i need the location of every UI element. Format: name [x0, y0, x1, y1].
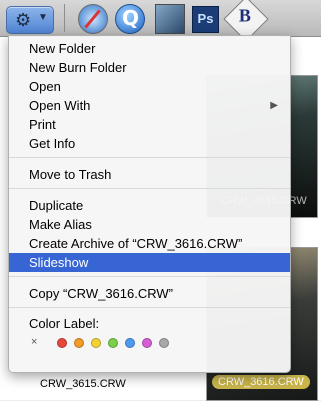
file-name-label-selected[interactable]: CRW_3616.CRW [212, 375, 310, 389]
submenu-arrow-icon: ▶ [270, 100, 278, 111]
color-label-red[interactable] [57, 338, 67, 348]
menu-item-copy[interactable]: Copy “CRW_3616.CRW” [9, 284, 290, 303]
menu-item-open-with[interactable]: Open With ▶ [9, 96, 290, 115]
color-label-gray[interactable] [159, 338, 169, 348]
safari-icon[interactable] [78, 4, 108, 34]
preview-icon[interactable] [155, 4, 185, 34]
color-label-blue[interactable] [125, 338, 135, 348]
photoshop-icon[interactable]: Ps [192, 6, 219, 33]
menu-item-make-alias[interactable]: Make Alias [9, 215, 290, 234]
color-label-heading: Color Label: [29, 316, 100, 331]
menu-item-new-burn-folder[interactable]: New Burn Folder [9, 58, 290, 77]
menu-item-label: Open With [29, 98, 91, 113]
color-label-yellow[interactable] [91, 338, 101, 348]
bbedit-glyph: B [238, 5, 251, 26]
menu-item-duplicate[interactable]: Duplicate [9, 196, 290, 215]
color-label-orange[interactable] [74, 338, 84, 348]
color-label-purple[interactable] [142, 338, 152, 348]
finder-toolbar: ⚙ ▼ Ps B [0, 0, 321, 42]
menu-item-move-to-trash[interactable]: Move to Trash [9, 165, 290, 184]
menu-item-new-folder[interactable]: New Folder [9, 39, 290, 58]
chevron-down-icon: ▼ [38, 12, 48, 23]
color-label-picker: × [31, 336, 191, 350]
quicktime-icon[interactable] [115, 4, 145, 34]
gear-icon: ⚙ [15, 10, 32, 30]
menu-separator [9, 276, 290, 277]
toolbar-separator [64, 4, 65, 32]
context-menu: New Folder New Burn Folder Open Open Wit… [8, 35, 291, 373]
color-label-green[interactable] [108, 338, 118, 348]
no-color-icon[interactable]: × [31, 336, 37, 348]
action-menu-button[interactable]: ⚙ ▼ [6, 6, 54, 34]
menu-item-slideshow[interactable]: Slideshow [9, 253, 290, 272]
menu-separator [9, 188, 290, 189]
file-name-label[interactable]: CRW_3615.CRW [40, 378, 126, 390]
menu-item-create-archive[interactable]: Create Archive of “CRW_3616.CRW” [9, 234, 290, 253]
menu-item-get-info[interactable]: Get Info [9, 134, 290, 153]
menu-separator [9, 307, 290, 308]
menu-item-open[interactable]: Open [9, 77, 290, 96]
menu-separator [9, 157, 290, 158]
menu-item-print[interactable]: Print [9, 115, 290, 134]
